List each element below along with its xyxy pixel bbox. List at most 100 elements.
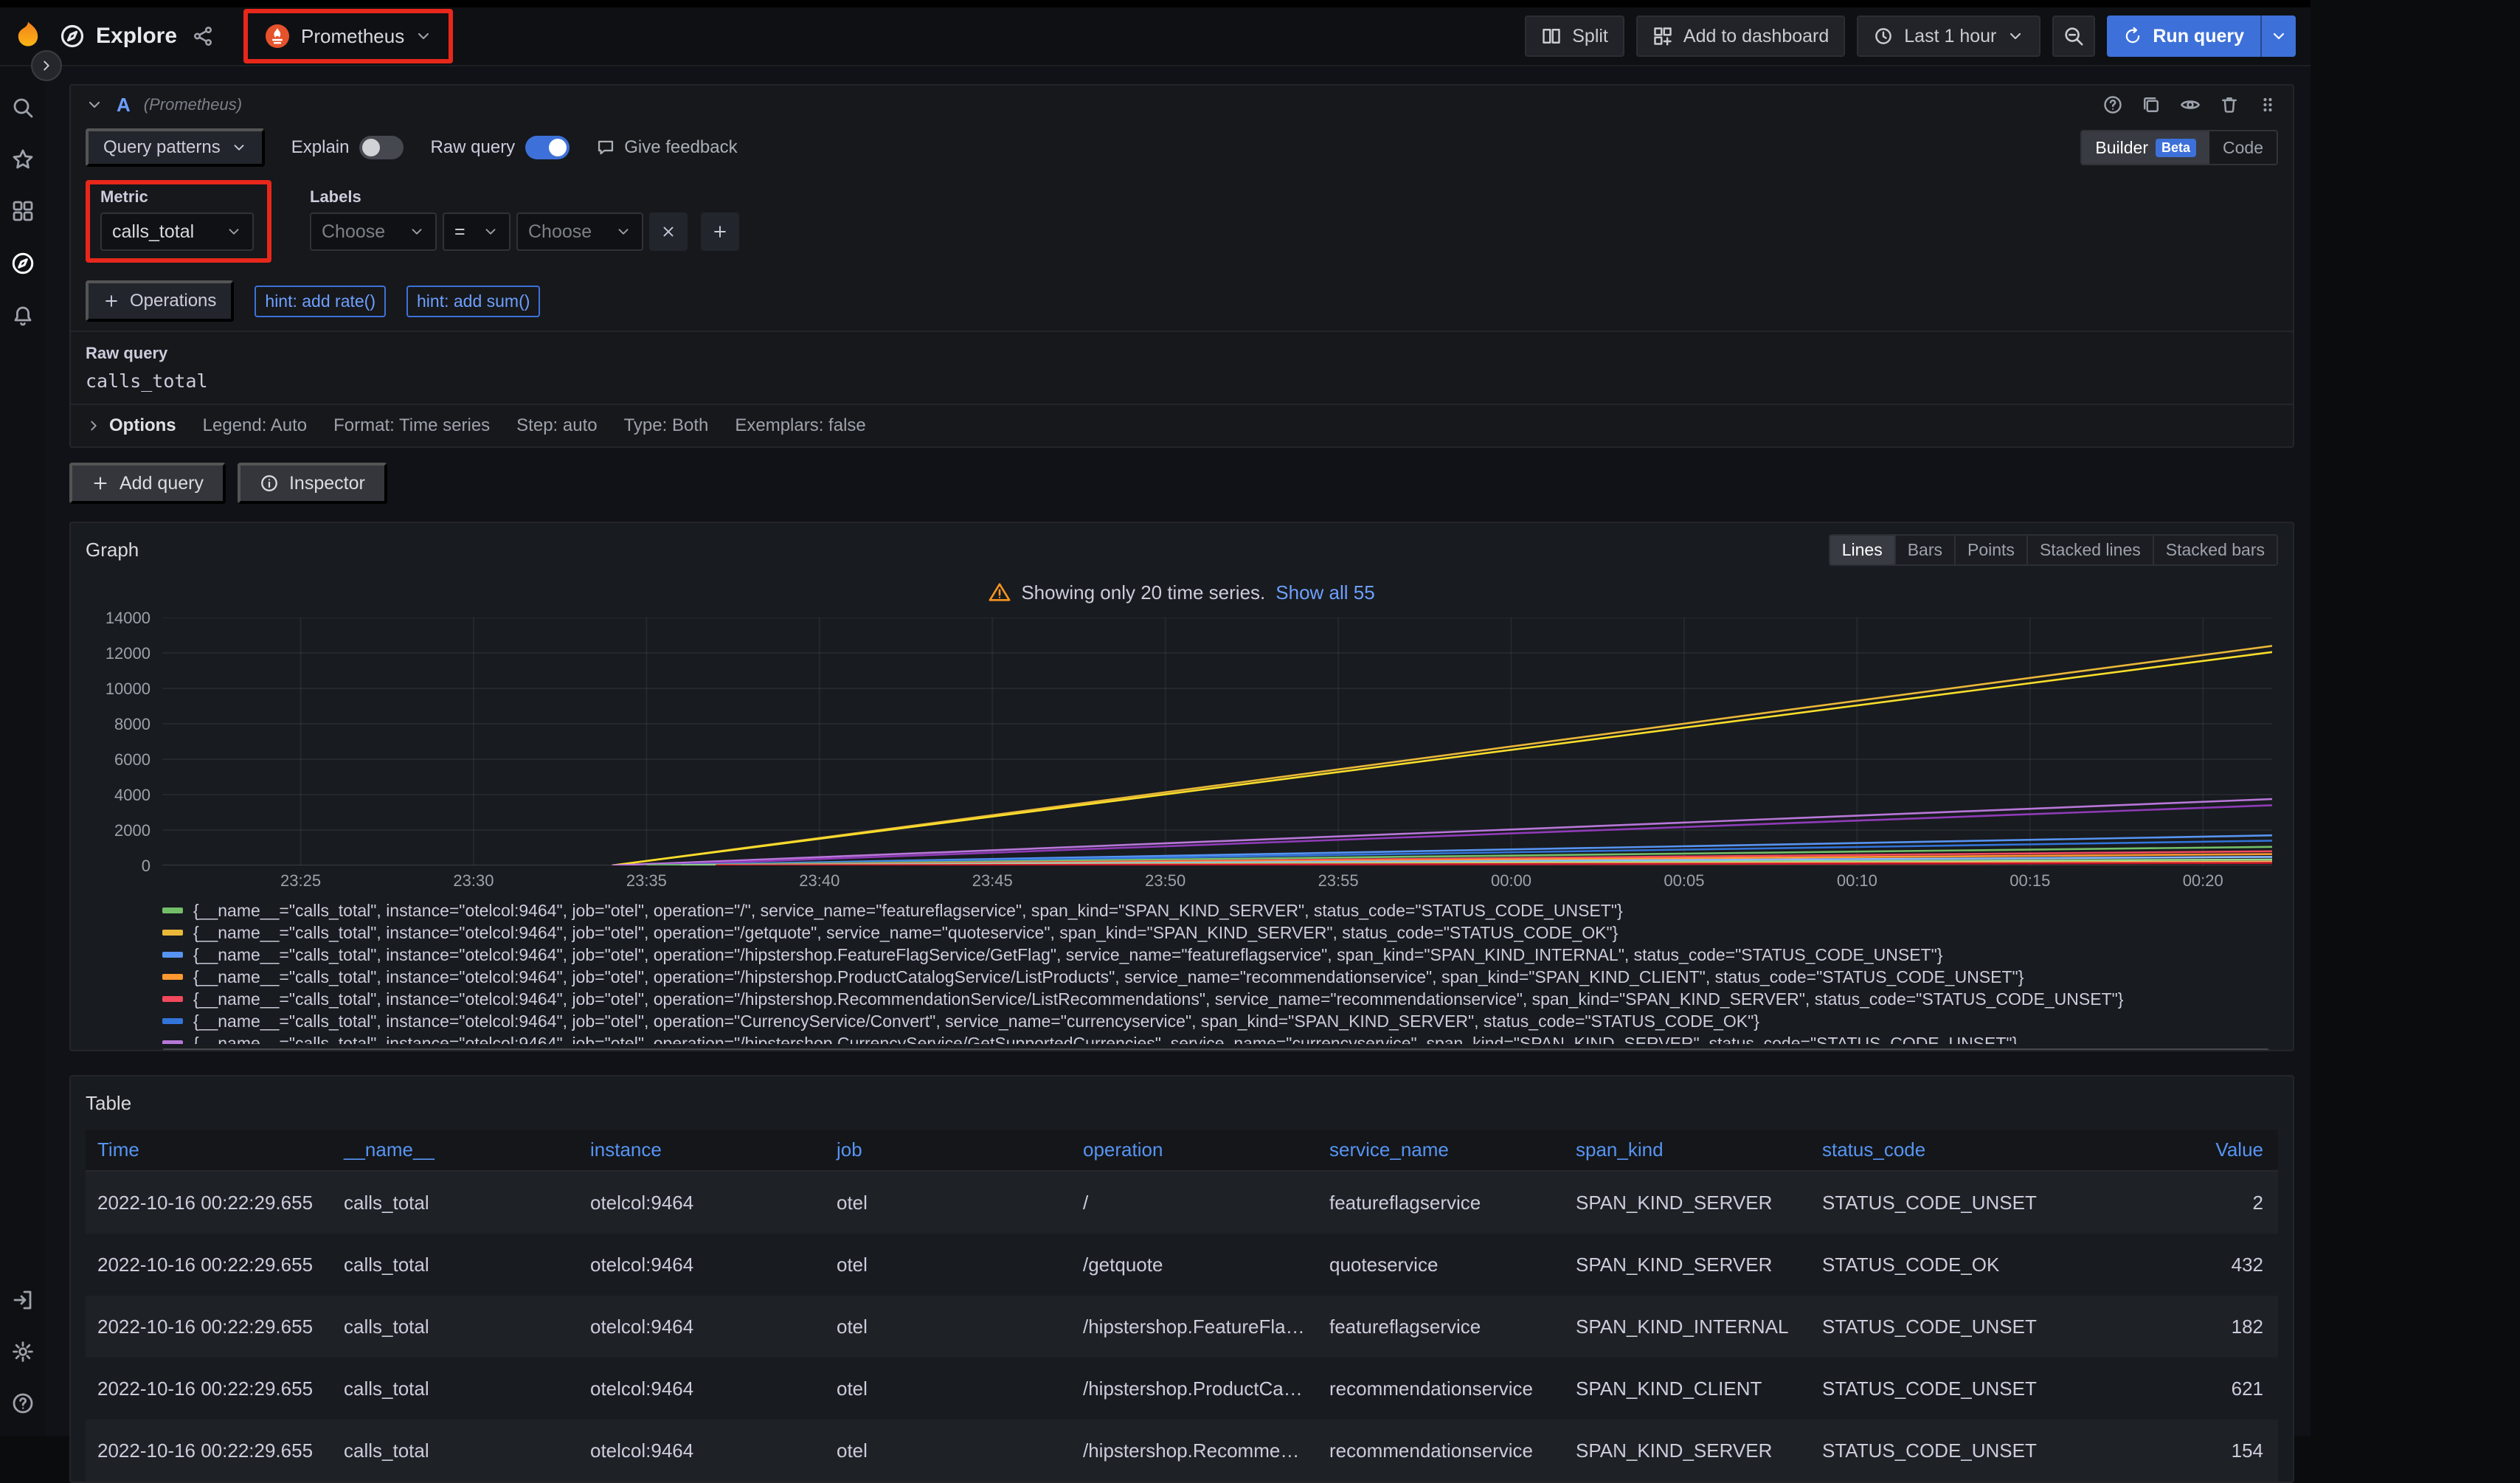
apps-icon[interactable]: [11, 199, 35, 223]
search-icon[interactable]: [11, 96, 35, 120]
datasource-picker[interactable]: Prometheus: [251, 16, 446, 56]
close-icon: [660, 224, 676, 240]
graph-mode-stacked-lines[interactable]: Stacked lines: [2026, 536, 2153, 564]
operations-button[interactable]: Operations: [86, 280, 234, 322]
hint-add-rate[interactable]: hint: add rate(): [255, 286, 386, 317]
legend-item[interactable]: {__name__="calls_total", instance="otelc…: [162, 988, 2278, 1010]
split-button[interactable]: Split: [1525, 15, 1624, 57]
add-to-dashboard-button[interactable]: Add to dashboard: [1636, 15, 1845, 57]
remove-label-button[interactable]: [649, 212, 688, 251]
sidebar-expand-button[interactable]: [31, 50, 62, 81]
query-help-icon[interactable]: [2102, 94, 2123, 115]
legend-item[interactable]: {__name__="calls_total", instance="otelc…: [162, 1010, 2278, 1032]
query-datasource-hint: (Prometheus): [144, 95, 242, 114]
table-row: 2022-10-16 00:22:29.655calls_totalotelco…: [86, 1358, 2278, 1420]
label-operator-select[interactable]: =: [443, 212, 510, 251]
compass-icon-explore[interactable]: [10, 251, 35, 276]
column-header-operation[interactable]: operation: [1071, 1130, 1318, 1170]
legend-item[interactable]: {__name__="calls_total", instance="otelc…: [162, 944, 2278, 966]
explore-content: A (Prometheus) Query patterns: [46, 66, 2310, 1436]
graph-mode-lines[interactable]: Lines: [1830, 536, 1894, 564]
chevron-down-icon[interactable]: [86, 96, 103, 114]
table-cell: 154: [2057, 1439, 2278, 1462]
screen-right-void: [2310, 0, 2520, 1436]
copy-icon[interactable]: [2141, 94, 2161, 115]
table-cell: STATUS_CODE_UNSET: [1810, 1377, 2057, 1400]
table-cell: otel: [825, 1439, 1071, 1462]
query-toolbar: Query patterns Explain Raw query: [71, 124, 2293, 171]
table-cell: otelcol:9464: [578, 1377, 825, 1400]
info-icon: [260, 474, 279, 493]
x-axis-tick: 00:10: [1804, 871, 1910, 891]
star-icon[interactable]: [11, 148, 35, 171]
raw-query-section: Raw query calls_total: [71, 331, 2293, 404]
inspector-label: Inspector: [289, 473, 365, 494]
refresh-icon: [2123, 27, 2142, 46]
column-header-status-code[interactable]: status_code: [1810, 1130, 2057, 1170]
table-row: 2022-10-16 00:22:29.655calls_totalotelco…: [86, 1296, 2278, 1358]
clock-icon: [1873, 26, 1894, 46]
query-patterns-dropdown[interactable]: Query patterns: [86, 128, 265, 167]
table-cell: SPAN_KIND_SERVER: [1564, 1254, 1810, 1276]
graph-mode-bars[interactable]: Bars: [1894, 536, 1954, 564]
x-axis-tick: 23:30: [420, 871, 527, 891]
legend-item[interactable]: {__name__="calls_total", instance="otelc…: [162, 899, 2278, 922]
graph-canvas[interactable]: 23:2523:3023:3523:4023:4523:5023:5500:00…: [162, 618, 2272, 891]
add-query-button[interactable]: Add query: [69, 463, 226, 504]
x-axis-tick: 00:00: [1458, 871, 1565, 891]
column-header-time[interactable]: Time: [86, 1130, 332, 1170]
app-title-label: Explore: [96, 24, 177, 49]
raw-query-value: calls_total: [86, 370, 2278, 392]
zoom-out-button[interactable]: [2052, 15, 2095, 57]
gear-icon[interactable]: [11, 1340, 35, 1363]
give-feedback-link[interactable]: Give feedback: [596, 137, 737, 158]
label-value-select[interactable]: Choose: [516, 212, 643, 251]
eye-icon[interactable]: [2179, 94, 2201, 116]
builder-tab[interactable]: Builder Beta: [2082, 131, 2209, 164]
column-header--name-[interactable]: __name__: [332, 1130, 578, 1170]
label-value-placeholder: Choose: [528, 221, 592, 243]
bell-icon[interactable]: [11, 304, 35, 328]
y-axis-tick: 6000: [114, 750, 150, 770]
add-label-button[interactable]: [701, 212, 739, 251]
table-cell: /hipstershop.RecommendationService/ListR…: [1071, 1439, 1318, 1462]
chevron-down-icon: [231, 139, 247, 156]
sign-in-icon[interactable]: [11, 1288, 35, 1312]
explain-toggle[interactable]: [359, 136, 404, 159]
hint-add-sum[interactable]: hint: add sum(): [406, 286, 540, 317]
code-tab[interactable]: Code: [2209, 131, 2277, 164]
legend-item[interactable]: {__name__="calls_total", instance="otelc…: [162, 922, 2278, 944]
run-query-caret[interactable]: [2260, 15, 2296, 57]
legend-scrollbar[interactable]: [162, 1048, 2269, 1051]
help-icon[interactable]: [11, 1392, 35, 1415]
options-expander[interactable]: Options: [86, 415, 176, 436]
drag-handle-icon[interactable]: [2257, 94, 2278, 115]
table-cell: otelcol:9464: [578, 1439, 825, 1462]
legend-item[interactable]: {__name__="calls_total", instance="otelc…: [162, 966, 2278, 988]
column-header-span-kind[interactable]: span_kind: [1564, 1130, 1810, 1170]
legend-item[interactable]: {__name__="calls_total", instance="otelc…: [162, 1032, 2278, 1044]
annotation-box-datasource: Prometheus: [243, 9, 453, 63]
graph-mode-stacked-bars[interactable]: Stacked bars: [2153, 536, 2277, 564]
split-icon: [1541, 26, 1562, 46]
inspector-button[interactable]: Inspector: [238, 463, 387, 504]
query-row-header[interactable]: A (Prometheus): [71, 86, 2293, 124]
trash-icon[interactable]: [2219, 94, 2240, 115]
column-header-instance[interactable]: instance: [578, 1130, 825, 1170]
table-cell: calls_total: [332, 1439, 578, 1462]
label-name-select[interactable]: Choose: [310, 212, 437, 251]
raw-query-toggle[interactable]: [525, 136, 570, 159]
chevron-right-icon: [38, 58, 55, 74]
time-range-picker[interactable]: Last 1 hour: [1857, 15, 2040, 57]
graph-mode-points[interactable]: Points: [1954, 536, 2026, 564]
plus-icon: [712, 224, 728, 240]
add-to-dashboard-label: Add to dashboard: [1683, 26, 1829, 47]
column-header-service-name[interactable]: service_name: [1318, 1130, 1564, 1170]
show-all-series-link[interactable]: Show all 55: [1275, 581, 1374, 604]
share-icon[interactable]: [192, 25, 214, 47]
column-header-value[interactable]: Value: [2057, 1130, 2278, 1170]
metric-select[interactable]: calls_total: [100, 212, 254, 251]
column-header-job[interactable]: job: [825, 1130, 1071, 1170]
run-query-button[interactable]: Run query: [2107, 15, 2296, 57]
table-cell: SPAN_KIND_SERVER: [1564, 1192, 1810, 1214]
